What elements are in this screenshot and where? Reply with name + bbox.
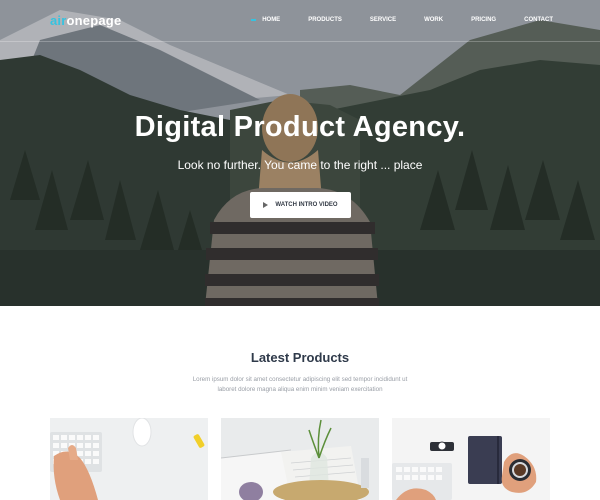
- cta-label: WATCH INTRO VIDEO: [275, 202, 338, 208]
- logo-suffix: onepage: [66, 13, 122, 28]
- nav-item-label: WORK: [424, 17, 444, 23]
- product-image-books-plant: [221, 418, 379, 500]
- active-indicator: [251, 19, 257, 21]
- hero-subtitle: Look no further. You came to the right .…: [177, 158, 423, 172]
- products-section-description: Lorem ipsum dolor sit amet consectetur a…: [175, 375, 425, 395]
- nav-item-label: PRICING: [471, 17, 497, 23]
- hero-section: aironepage HOME PRODUCTS SERVICE WORK PR…: [0, 0, 600, 306]
- product-card-2[interactable]: [221, 418, 379, 500]
- nav-item-label: CONTACT: [524, 17, 553, 23]
- description-line: laboret dolore magna aliqua enim minim v…: [217, 386, 383, 393]
- nav-menu: HOME PRODUCTS SERVICE WORK PRICING CONTA…: [223, 17, 553, 23]
- nav-item-products[interactable]: PRODUCTS: [308, 17, 342, 23]
- watch-intro-video-button[interactable]: WATCH INTRO VIDEO: [250, 192, 351, 218]
- nav-item-service[interactable]: SERVICE: [370, 17, 396, 23]
- hero-overlay: [0, 0, 600, 306]
- nav-item-label: SERVICE: [369, 17, 397, 23]
- play-icon: [263, 202, 269, 208]
- product-card-1[interactable]: [50, 418, 208, 500]
- nav-item-label: HOME: [262, 17, 281, 23]
- site-logo[interactable]: aironepage: [50, 13, 121, 28]
- nav-item-contact[interactable]: CONTACT: [524, 17, 553, 23]
- hero-title: Digital Product Agency.: [134, 111, 466, 143]
- top-navbar: aironepage HOME PRODUCTS SERVICE WORK PR…: [0, 0, 600, 42]
- nav-item-home[interactable]: HOME: [251, 17, 280, 23]
- description-line: Lorem ipsum dolor sit amet consectetur a…: [192, 376, 408, 383]
- nav-item-pricing[interactable]: PRICING: [471, 17, 496, 23]
- products-section-title: Latest Products: [250, 350, 350, 365]
- nav-item-label: PRODUCTS: [308, 17, 342, 23]
- product-image-keyboard: [50, 418, 208, 500]
- logo-prefix: air: [50, 13, 67, 28]
- product-card-3[interactable]: [392, 418, 550, 500]
- product-image-desk: [392, 418, 550, 500]
- nav-item-work[interactable]: WORK: [424, 17, 443, 23]
